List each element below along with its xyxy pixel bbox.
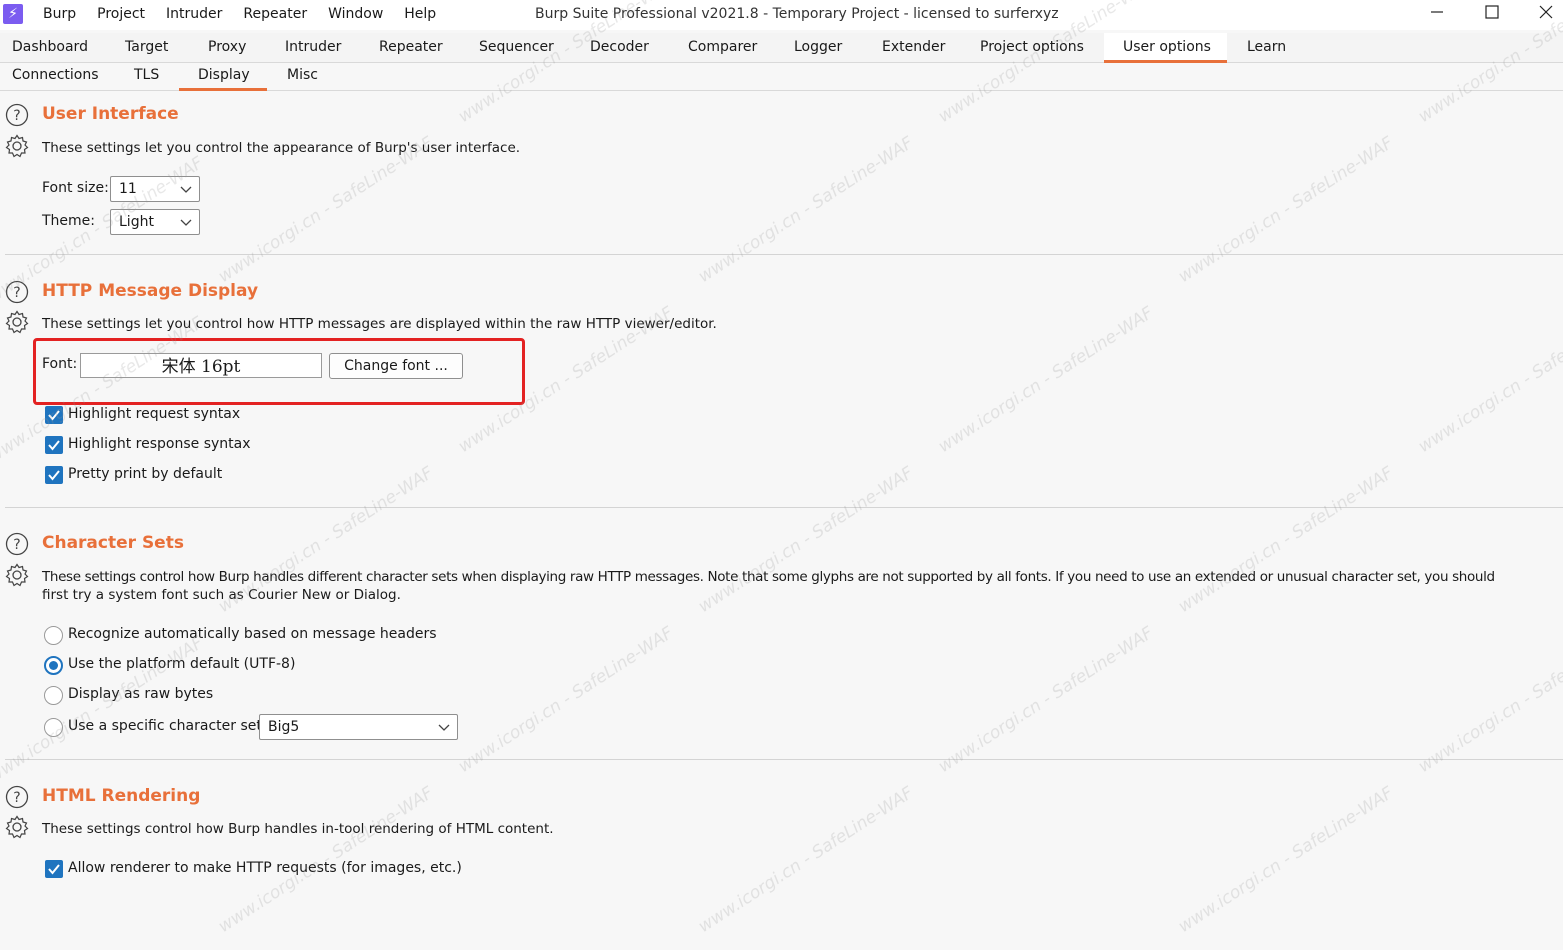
allow-renderer-requests-checkbox[interactable] xyxy=(45,860,63,878)
charset-select[interactable]: Big5 xyxy=(259,714,458,740)
tab-connections[interactable]: Connections xyxy=(4,63,107,91)
section-desc-character-sets-line1: These settings control how Burp handles … xyxy=(42,569,1495,585)
menu-repeater[interactable]: Repeater xyxy=(243,6,307,22)
gear-icon[interactable] xyxy=(5,134,29,158)
charset-specific-radio[interactable] xyxy=(44,718,63,737)
tab-user-options[interactable]: User options xyxy=(1104,33,1227,63)
tab-intruder[interactable]: Intruder xyxy=(277,33,349,63)
close-button[interactable] xyxy=(1533,2,1559,26)
section-divider xyxy=(5,759,1563,760)
chevron-down-icon xyxy=(438,724,450,731)
tab-learn[interactable]: Learn xyxy=(1239,33,1294,63)
main-tab-bar: Dashboard Target Proxy Intruder Repeater… xyxy=(0,33,1563,63)
pretty-print-checkbox[interactable] xyxy=(45,466,63,484)
sub-tab-bar: Connections TLS Display Misc xyxy=(0,63,1563,91)
help-icon[interactable]: ? xyxy=(5,785,29,809)
tab-project-options[interactable]: Project options xyxy=(972,33,1092,63)
svg-text:?: ? xyxy=(13,790,20,806)
font-size-value: 11 xyxy=(119,181,137,197)
menu-bar: Burp Project Intruder Repeater Window He… xyxy=(43,6,457,22)
minimize-button[interactable] xyxy=(1424,2,1450,26)
highlight-annotation-box xyxy=(33,338,525,405)
section-desc-html-rendering: These settings control how Burp handles … xyxy=(42,821,554,837)
svg-text:?: ? xyxy=(13,108,20,124)
tab-display[interactable]: Display xyxy=(179,63,267,91)
tab-dashboard[interactable]: Dashboard xyxy=(4,33,96,63)
help-icon[interactable]: ? xyxy=(5,103,29,127)
menu-window[interactable]: Window xyxy=(328,6,383,22)
window-title: Burp Suite Professional v2021.8 - Tempor… xyxy=(535,6,1059,22)
pretty-print-label: Pretty print by default xyxy=(68,466,223,482)
font-size-label: Font size: xyxy=(42,180,109,196)
menu-burp[interactable]: Burp xyxy=(43,6,76,22)
section-title-user-interface: User Interface xyxy=(42,104,179,124)
checkmark-icon xyxy=(48,470,60,481)
charset-auto-label: Recognize automatically based on message… xyxy=(68,626,437,642)
svg-text:?: ? xyxy=(13,285,20,301)
highlight-request-syntax-checkbox[interactable] xyxy=(45,406,63,424)
title-bar: ⚡ Burp Project Intruder Repeater Window … xyxy=(0,0,1563,30)
charset-auto-radio[interactable] xyxy=(44,626,63,645)
highlight-response-syntax-checkbox[interactable] xyxy=(45,436,63,454)
tab-extender[interactable]: Extender xyxy=(874,33,953,63)
maximize-button[interactable] xyxy=(1479,2,1505,26)
display-settings-panel: ? User Interface These settings let you … xyxy=(0,92,1563,950)
tab-target[interactable]: Target xyxy=(117,33,176,63)
menu-project[interactable]: Project xyxy=(97,6,145,22)
section-title-html-rendering: HTML Rendering xyxy=(42,786,201,806)
svg-text:?: ? xyxy=(13,537,20,553)
tab-proxy[interactable]: Proxy xyxy=(200,33,254,63)
section-desc-http-message-display: These settings let you control how HTTP … xyxy=(42,316,717,332)
font-size-select[interactable]: 11 xyxy=(110,176,200,202)
checkmark-icon xyxy=(48,440,60,451)
theme-select[interactable]: Light xyxy=(110,209,200,235)
tab-sequencer[interactable]: Sequencer xyxy=(471,33,562,63)
allow-renderer-requests-label: Allow renderer to make HTTP requests (fo… xyxy=(68,860,462,876)
section-title-http-message-display: HTTP Message Display xyxy=(42,281,259,301)
section-title-character-sets: Character Sets xyxy=(42,533,184,553)
gear-icon[interactable] xyxy=(5,815,29,839)
charset-value: Big5 xyxy=(268,719,300,735)
chevron-down-icon xyxy=(180,186,192,193)
theme-label: Theme: xyxy=(42,213,96,229)
gear-icon[interactable] xyxy=(5,563,29,587)
help-icon[interactable]: ? xyxy=(5,280,29,304)
charset-specific-label: Use a specific character set: xyxy=(68,718,267,734)
checkmark-icon xyxy=(48,864,60,875)
help-icon[interactable]: ? xyxy=(5,532,29,556)
highlight-response-syntax-label: Highlight response syntax xyxy=(68,436,251,452)
gear-icon[interactable] xyxy=(5,310,29,334)
tab-tls[interactable]: TLS xyxy=(126,63,167,91)
highlight-request-syntax-label: Highlight request syntax xyxy=(68,406,241,422)
section-divider xyxy=(5,507,1563,508)
tab-decoder[interactable]: Decoder xyxy=(582,33,657,63)
theme-value: Light xyxy=(119,214,154,230)
section-divider xyxy=(5,254,1563,255)
tab-logger[interactable]: Logger xyxy=(786,33,850,63)
chevron-down-icon xyxy=(180,219,192,226)
charset-platform-default-label: Use the platform default (UTF-8) xyxy=(68,656,296,672)
charset-raw-bytes-radio[interactable] xyxy=(44,686,63,705)
checkmark-icon xyxy=(48,410,60,421)
menu-intruder[interactable]: Intruder xyxy=(166,6,222,22)
charset-raw-bytes-label: Display as raw bytes xyxy=(68,686,214,702)
section-desc-user-interface: These settings let you control the appea… xyxy=(42,140,521,156)
burp-bolt-icon[interactable]: ⚡ xyxy=(3,4,23,24)
tab-repeater[interactable]: Repeater xyxy=(371,33,451,63)
tab-comparer[interactable]: Comparer xyxy=(680,33,765,63)
menu-help[interactable]: Help xyxy=(404,6,436,22)
section-desc-character-sets-line2: first try a system font such as Courier … xyxy=(42,587,401,603)
charset-platform-default-radio[interactable] xyxy=(44,656,63,675)
tab-misc[interactable]: Misc xyxy=(279,63,326,91)
